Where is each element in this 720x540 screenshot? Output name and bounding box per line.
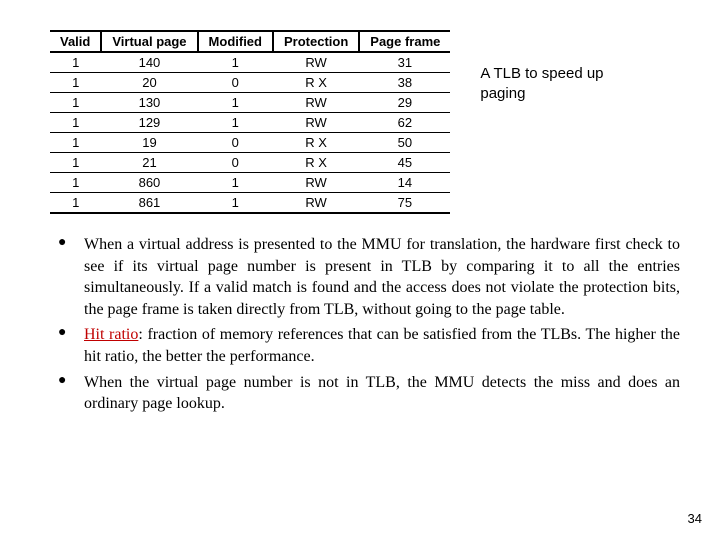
cell: 1 xyxy=(198,93,273,113)
cell: 20 xyxy=(101,73,197,93)
col-virtual-page: Virtual page xyxy=(101,31,197,52)
cell: 1 xyxy=(50,52,101,73)
figure-row: Valid Virtual page Modified Protection P… xyxy=(40,30,680,214)
cell: 1 xyxy=(50,193,101,214)
bullet-text: : fraction of memory references that can… xyxy=(84,326,680,365)
bullet-item: Hit ratio: fraction of memory references… xyxy=(66,324,680,367)
figure-caption: A TLB to speed up paging xyxy=(480,64,630,103)
col-valid: Valid xyxy=(50,31,101,52)
cell: 0 xyxy=(198,73,273,93)
cell: 1 xyxy=(198,193,273,214)
cell: 130 xyxy=(101,93,197,113)
cell: R X xyxy=(273,133,359,153)
cell: 14 xyxy=(359,173,450,193)
cell: 21 xyxy=(101,153,197,173)
cell: RW xyxy=(273,113,359,133)
cell: 1 xyxy=(198,173,273,193)
cell: 0 xyxy=(198,153,273,173)
page-number: 34 xyxy=(688,511,702,526)
bullet-item: When the virtual page number is not in T… xyxy=(66,372,680,415)
cell: R X xyxy=(273,73,359,93)
cell: 29 xyxy=(359,93,450,113)
slide: Valid Virtual page Modified Protection P… xyxy=(0,0,720,540)
table-row: 1 860 1 RW 14 xyxy=(50,173,450,193)
cell: 45 xyxy=(359,153,450,173)
cell: 50 xyxy=(359,133,450,153)
col-page-frame: Page frame xyxy=(359,31,450,52)
table-row: 1 21 0 R X 45 xyxy=(50,153,450,173)
table-row: 1 20 0 R X 38 xyxy=(50,73,450,93)
cell: 62 xyxy=(359,113,450,133)
cell: 1 xyxy=(50,153,101,173)
cell: 1 xyxy=(198,52,273,73)
cell: 31 xyxy=(359,52,450,73)
bullet-item: When a virtual address is presented to t… xyxy=(66,234,680,320)
col-modified: Modified xyxy=(198,31,273,52)
cell: 1 xyxy=(198,113,273,133)
cell: 1 xyxy=(50,133,101,153)
tlb-table: Valid Virtual page Modified Protection P… xyxy=(50,30,450,214)
cell: 129 xyxy=(101,113,197,133)
hit-ratio-term: Hit ratio xyxy=(84,326,138,343)
tlb-table-wrapper: Valid Virtual page Modified Protection P… xyxy=(50,30,450,214)
table-row: 1 861 1 RW 75 xyxy=(50,193,450,214)
cell: 0 xyxy=(198,133,273,153)
bullet-text: When the virtual page number is not in T… xyxy=(84,374,680,413)
cell: RW xyxy=(273,193,359,214)
cell: 19 xyxy=(101,133,197,153)
cell: 1 xyxy=(50,93,101,113)
tlb-table-body: 1 140 1 RW 31 1 20 0 R X 38 1 xyxy=(50,52,450,213)
bullet-text: When a virtual address is presented to t… xyxy=(84,236,680,318)
cell: 1 xyxy=(50,73,101,93)
col-protection: Protection xyxy=(273,31,359,52)
table-row: 1 140 1 RW 31 xyxy=(50,52,450,73)
cell: 1 xyxy=(50,173,101,193)
cell: RW xyxy=(273,173,359,193)
cell: 140 xyxy=(101,52,197,73)
table-header-row: Valid Virtual page Modified Protection P… xyxy=(50,31,450,52)
cell: 1 xyxy=(50,113,101,133)
table-row: 1 130 1 RW 29 xyxy=(50,93,450,113)
cell: RW xyxy=(273,52,359,73)
cell: 38 xyxy=(359,73,450,93)
cell: RW xyxy=(273,93,359,113)
bullet-list: When a virtual address is presented to t… xyxy=(40,234,680,415)
cell: 861 xyxy=(101,193,197,214)
cell: 75 xyxy=(359,193,450,214)
table-row: 1 19 0 R X 50 xyxy=(50,133,450,153)
cell: 860 xyxy=(101,173,197,193)
table-row: 1 129 1 RW 62 xyxy=(50,113,450,133)
cell: R X xyxy=(273,153,359,173)
